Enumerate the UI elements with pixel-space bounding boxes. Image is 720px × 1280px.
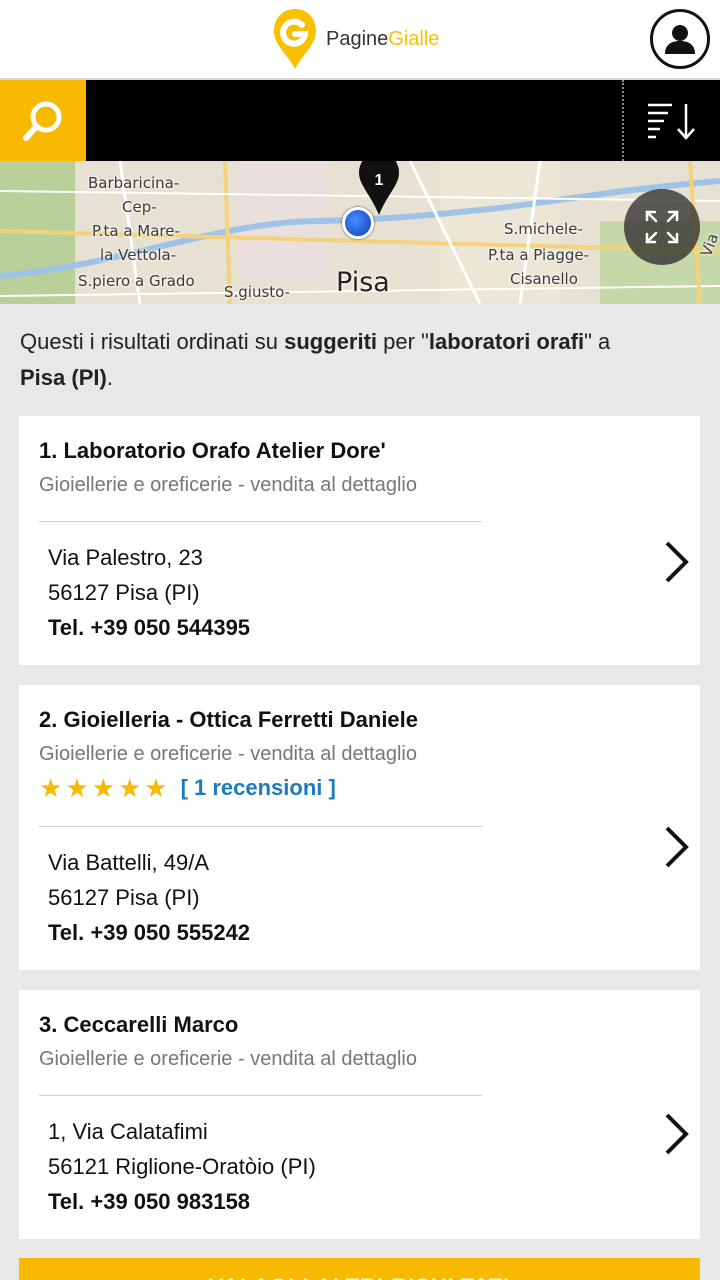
logo-text: PagineGialle xyxy=(326,27,440,50)
star-icon: ★ xyxy=(144,773,168,803)
current-location-dot xyxy=(342,207,374,239)
app-header: PagineGialle xyxy=(0,0,720,80)
rating-stars[interactable]: ★ ★ ★ ★ ★ [ 1 recensioni ] xyxy=(39,775,336,801)
sort-button[interactable] xyxy=(622,80,720,161)
expand-icon xyxy=(645,210,679,244)
address-city: 56127 Pisa (PI) xyxy=(48,885,200,910)
sort-icon xyxy=(648,103,695,140)
divider xyxy=(39,826,482,827)
results-summary: Questi i risultati ordinati su suggeriti… xyxy=(20,329,611,390)
business-name[interactable]: 2. Gioielleria - Ottica Ferretti Daniele xyxy=(39,707,418,733)
star-icon: ★ xyxy=(39,773,63,803)
result-card[interactable]: 3. Ceccarelli Marco Gioiellerie e orefic… xyxy=(19,990,700,1239)
chevron-right-icon[interactable] xyxy=(661,825,691,869)
user-icon xyxy=(665,25,695,54)
business-name[interactable]: 3. Ceccarelli Marco xyxy=(39,1012,238,1038)
divider xyxy=(39,521,482,522)
search-icon xyxy=(23,101,62,141)
more-results-button[interactable]: VAI AGLI ALTRI RISULTATI xyxy=(19,1258,700,1280)
address-street: 1, Via Calatafimi xyxy=(48,1119,208,1144)
result-card[interactable]: 2. Gioielleria - Ottica Ferretti Daniele… xyxy=(19,685,700,970)
phone-number[interactable]: Tel. +39 050 544395 xyxy=(48,610,250,645)
map-label: S.piero a Grado xyxy=(78,272,195,290)
map-label: S.giusto- xyxy=(224,283,291,301)
user-account-button[interactable] xyxy=(650,9,710,69)
business-address: 1, Via Calatafimi 56121 Riglione-Oratòio… xyxy=(48,1114,316,1219)
business-name[interactable]: 1. Laboratorio Orafo Atelier Dore' xyxy=(39,438,386,464)
star-icon: ★ xyxy=(117,773,142,803)
phone-number[interactable]: Tel. +39 050 555242 xyxy=(48,915,250,950)
business-address: Via Palestro, 23 56127 Pisa (PI) Tel. +3… xyxy=(48,540,250,645)
business-address: Via Battelli, 49/A 56127 Pisa (PI) Tel. … xyxy=(48,845,250,950)
map-label-city: Pisa xyxy=(336,267,390,298)
map-label: S.michele- xyxy=(504,220,583,238)
phone-number[interactable]: Tel. +39 050 983158 xyxy=(48,1184,316,1219)
map-label: Cep- xyxy=(122,198,157,216)
address-street: Via Battelli, 49/A xyxy=(48,850,210,875)
toolbar xyxy=(0,80,720,161)
address-city: 56121 Riglione-Oratòio (PI) xyxy=(48,1154,316,1179)
results-map[interactable]: Barbaricina- Cep- P.ta a Mare- la Vettol… xyxy=(0,161,720,304)
map-label: la Vettola- xyxy=(100,246,177,264)
divider xyxy=(39,1095,482,1096)
map-label: P.ta a Mare- xyxy=(92,222,180,240)
result-card[interactable]: 1. Laboratorio Orafo Atelier Dore' Gioie… xyxy=(19,416,700,665)
map-pin-number: 1 xyxy=(375,172,384,189)
logo-pin-icon xyxy=(274,9,316,69)
star-icon: ★ xyxy=(91,773,115,803)
address-city: 56127 Pisa (PI) xyxy=(48,580,200,605)
address-street: Via Palestro, 23 xyxy=(48,545,203,570)
business-category: Gioiellerie e oreficerie - vendita al de… xyxy=(39,1048,417,1070)
search-button[interactable] xyxy=(0,80,86,161)
chevron-right-icon[interactable] xyxy=(661,1112,691,1156)
map-label: Barbaricina- xyxy=(88,174,180,192)
paginegialle-logo[interactable]: PagineGialle xyxy=(272,6,439,72)
business-category: Gioiellerie e oreficerie - vendita al de… xyxy=(39,474,417,496)
star-icon: ★ xyxy=(65,773,89,803)
business-category: Gioiellerie e oreficerie - vendita al de… xyxy=(39,743,417,765)
map-label: Cisanello xyxy=(510,270,578,288)
map-expand-button[interactable] xyxy=(624,189,700,265)
chevron-right-icon[interactable] xyxy=(661,540,691,584)
reviews-link[interactable]: [ 1 recensioni ] xyxy=(181,775,336,801)
map-label: P.ta a Piagge- xyxy=(488,246,590,264)
